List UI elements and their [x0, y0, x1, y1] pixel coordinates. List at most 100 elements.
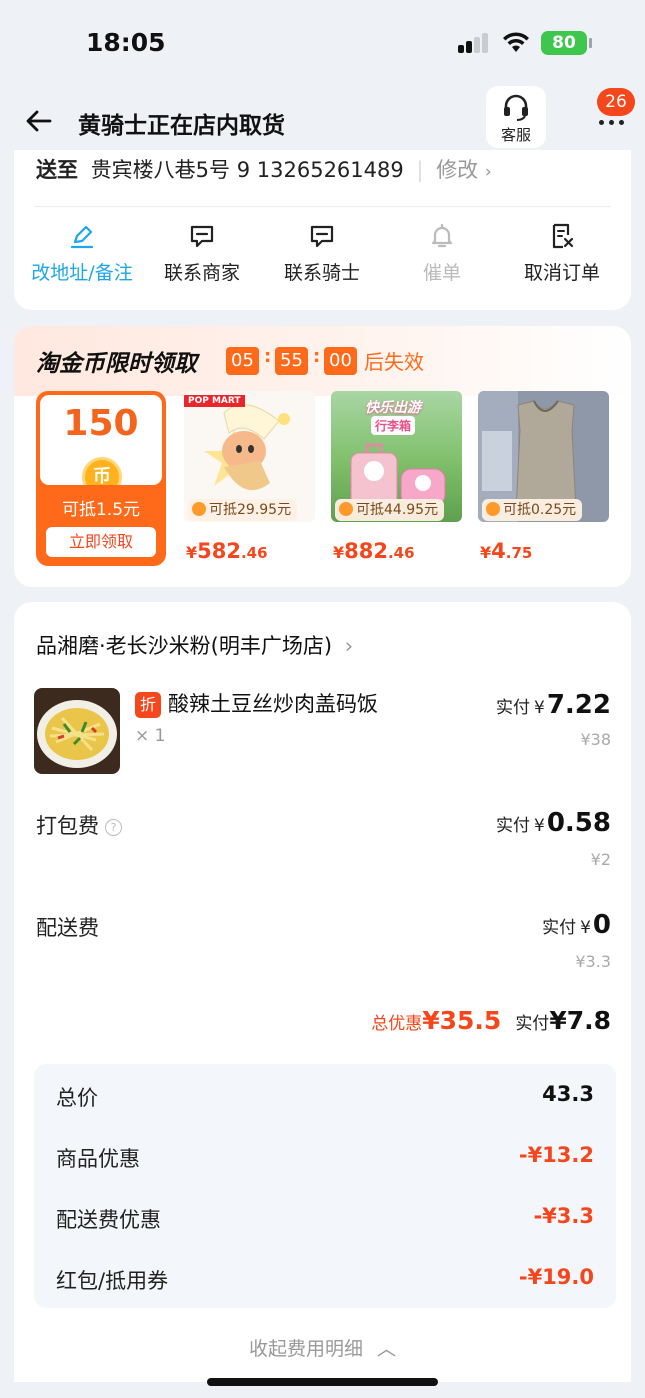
coin-icon	[192, 502, 206, 516]
promo-product-card[interactable]: 快乐出游 行李箱 可抵44.95元 ¥882.46	[331, 391, 462, 576]
action-label: 改地址/备注	[31, 262, 133, 284]
delivery-original-price: ¥3.3	[575, 952, 611, 971]
action-label: 联系商家	[163, 262, 240, 284]
fee-detail-value: -¥13.2	[518, 1143, 594, 1167]
action-label: 催单	[422, 262, 461, 284]
action-contact-rider[interactable]: 联系骑士	[262, 222, 382, 285]
delivery-pay-amount: 实付 ¥0	[542, 910, 611, 940]
product-price: ¥4.75	[480, 539, 532, 563]
coin-deduct-text: 可抵0.25元	[503, 502, 577, 518]
status-time: 18:05	[86, 28, 166, 57]
price-currency: ¥	[333, 543, 345, 562]
timer-minutes: 55	[275, 347, 308, 375]
back-arrow-icon[interactable]	[24, 106, 54, 136]
coin-value-desc: 可抵1.5元	[61, 500, 141, 520]
fee-detail-label: 总价	[56, 1086, 98, 1110]
page-title: 黄骑士正在店内取货	[78, 113, 285, 139]
fee-detail-value: -¥3.3	[533, 1204, 594, 1228]
fee-detail-value: -¥19.0	[518, 1265, 594, 1289]
coin-deduct-tag: 可抵29.95元	[188, 499, 298, 521]
coin-amount: 150	[63, 403, 139, 444]
packing-fee-label: 打包费	[36, 814, 99, 838]
coin-icon	[486, 502, 500, 516]
total-pay-value: ¥7.8	[549, 1006, 611, 1035]
chevron-right-icon: ›	[344, 634, 354, 658]
address-card: 送至 贵宾楼八巷5号 9 13265261489 | 修改 › 改地址/备注 联…	[14, 150, 631, 310]
coin-claim-box[interactable]: 150 币 可抵1.5元 立即领取	[36, 391, 166, 566]
fee-detail-box: 总价 43.3 商品优惠 -¥13.2 配送费优惠 -¥3.3 红包/抵用券 -…	[34, 1064, 616, 1308]
battery-tip	[589, 38, 592, 48]
food-image	[34, 688, 120, 774]
fee-detail-label: 红包/抵用券	[56, 1269, 169, 1293]
food-name: 酸辣土豆丝炒肉盖码饭	[168, 692, 378, 716]
timer-separator: :	[313, 346, 321, 367]
pay-currency: ¥	[580, 918, 591, 938]
discount-badge: 折	[135, 692, 161, 718]
action-edit-address[interactable]: 改地址/备注	[22, 222, 142, 285]
banner-text: 快乐出游	[365, 400, 421, 416]
product-price: ¥582.46	[186, 539, 268, 563]
address-label: 送至	[36, 158, 78, 182]
pay-label: 实付	[542, 918, 577, 938]
promo-product-card[interactable]: 可抵0.25元 ¥4.75	[478, 391, 609, 576]
promo-title: 淘金币限时领取	[36, 351, 197, 377]
action-label: 联系骑士	[283, 262, 360, 284]
fee-detail-row: 配送费优惠 -¥3.3	[34, 1198, 616, 1238]
question-icon[interactable]: ?	[105, 819, 122, 836]
action-contact-merchant[interactable]: 联系商家	[142, 222, 262, 285]
collapse-fee-detail-button[interactable]: 收起费用明细 ︿	[14, 1334, 631, 1361]
coin-deduct-text: 可抵29.95元	[209, 502, 292, 518]
price-integer: 882	[344, 539, 388, 563]
chat-icon	[190, 225, 214, 248]
total-pay-label: 实付	[515, 1014, 550, 1034]
claim-inner: 150 币	[40, 395, 162, 485]
address-row[interactable]: 送至 贵宾楼八巷5号 9 13265261489 | 修改 ›	[36, 154, 492, 184]
shop-name-link[interactable]: 品湘磨·老长沙米粉(明丰广场店) ›	[36, 630, 353, 660]
fee-detail-label: 商品优惠	[56, 1147, 140, 1171]
top-nav: 黄骑士正在店内取货 客服	[0, 84, 645, 160]
fee-detail-row: 红包/抵用券 -¥19.0	[34, 1259, 616, 1299]
coin-promo-card: 淘金币限时领取 05 : 55 : 00 后失效 150 币 可抵1.5元 立即…	[14, 326, 631, 587]
timer-hours: 05	[226, 347, 259, 375]
address-divider: |	[416, 158, 424, 182]
promo-product-card[interactable]: POP MART 可抵29.95元 ¥582.46	[184, 391, 315, 576]
item-original-price: ¥38	[580, 730, 611, 749]
total-discount-value: ¥35.5	[422, 1006, 502, 1035]
home-indicator[interactable]	[207, 1378, 438, 1386]
coin-deduct-tag: 可抵44.95元	[335, 499, 445, 521]
coin-icon: 币	[82, 457, 122, 485]
pay-currency: ¥	[534, 816, 545, 836]
customer-service-button[interactable]: 客服	[486, 86, 546, 148]
action-label: 取消订单	[523, 262, 600, 284]
food-quantity: × 1	[135, 726, 166, 746]
chevron-up-icon: ︿	[377, 1338, 397, 1360]
claim-now-button[interactable]: 立即领取	[46, 527, 156, 557]
action-urge-order[interactable]: 催单	[382, 222, 502, 285]
shop-name: 品湘磨·老长沙米粉(明丰广场店)	[36, 634, 333, 658]
notification-badge: 26	[597, 88, 635, 116]
headset-icon	[504, 94, 528, 121]
status-bar: 18:05 80	[0, 0, 645, 88]
customer-service-label: 客服	[500, 126, 531, 144]
address-text: 贵宾楼八巷5号 9 13265261489	[90, 158, 404, 182]
food-photo-illustration	[37, 700, 117, 768]
timer-seconds: 00	[324, 347, 357, 375]
fee-detail-row: 商品优惠 -¥13.2	[34, 1137, 616, 1177]
coin-deduct-text: 可抵44.95元	[356, 502, 439, 518]
pay-value: 0.58	[546, 808, 611, 838]
expire-text: 后失效	[364, 350, 424, 374]
coin-deduct-tag: 可抵0.25元	[482, 499, 583, 521]
banner-text: 行李箱	[371, 416, 416, 435]
packing-original-price: ¥2	[590, 850, 611, 869]
chevron-right-icon: ›	[484, 162, 492, 182]
pay-value: 0	[592, 910, 611, 940]
packing-fee-row: 打包费?	[36, 810, 122, 840]
pay-value: 7.22	[546, 690, 611, 720]
packing-pay-amount: 实付 ¥0.58	[496, 808, 611, 838]
address-modify-link[interactable]: 修改	[436, 158, 478, 182]
delivery-fee-label: 配送费	[36, 916, 99, 940]
product-price: ¥882.46	[333, 539, 415, 563]
chat-icon	[310, 225, 334, 248]
bell-icon	[431, 223, 453, 248]
action-cancel-order[interactable]: 取消订单	[502, 222, 622, 285]
